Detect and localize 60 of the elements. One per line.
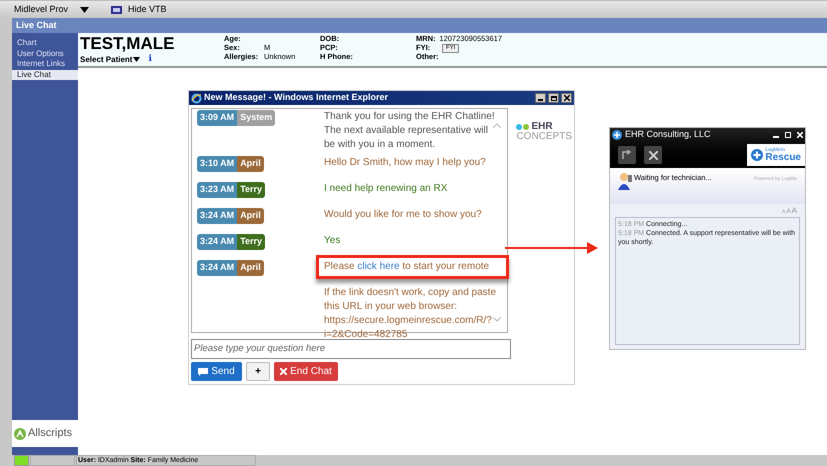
click-here-link[interactable]: click here [357, 261, 400, 272]
message-text: I need help renewing an RX [324, 182, 448, 196]
technician-icon [618, 172, 632, 190]
end-chat-button[interactable]: End Chat [274, 362, 338, 381]
patient-name: TEST,MALE [80, 35, 176, 53]
time-badge: 3:24 AM [197, 260, 238, 276]
brand-text: Rescue [765, 152, 801, 162]
window-title: New Message! - Windows Internet Explorer [204, 91, 389, 104]
status-cell [30, 455, 75, 466]
sender-badge: System [237, 110, 276, 126]
plus-circle-icon [751, 149, 764, 161]
hide-vtb-button[interactable]: Hide VTB [128, 2, 167, 16]
window-title: EHR Consulting, LLC [625, 128, 712, 142]
close-button[interactable] [561, 93, 572, 103]
time-badge: 3:10 AM [197, 156, 238, 172]
maximize-button[interactable] [548, 93, 559, 103]
status-indicator [14, 455, 29, 466]
message-text: Thank you for using the EHR Chatline! The next available representative will be with you in a moment. [324, 110, 496, 152]
logo-text: Allscripts [28, 426, 72, 442]
sidebar-item[interactable]: User Options [12, 48, 78, 59]
end-session-button[interactable] [644, 146, 662, 164]
sender-badge: Terry [237, 182, 266, 198]
sidebar-item[interactable]: Live Chat [12, 70, 78, 80]
send-button[interactable]: Send [191, 362, 242, 381]
time-badge: 3:24 AM [197, 234, 238, 250]
sender-badge: April [237, 208, 264, 224]
browser-icon [191, 92, 202, 104]
dots-icon [516, 124, 530, 130]
info-icon[interactable]: i [148, 53, 152, 66]
time-badge: 3:24 AM [197, 208, 238, 224]
share-icon [622, 150, 632, 160]
close-icon [648, 150, 658, 160]
plus-circle-icon [612, 130, 622, 140]
close-icon [280, 368, 288, 375]
sidebar-item[interactable]: Chart [12, 38, 78, 48]
caret-icon [133, 57, 140, 62]
folder-icon [111, 5, 122, 14]
select-patient-dropdown[interactable]: Select Patient [80, 54, 140, 66]
sidebar-item[interactable]: Internet Links [12, 59, 78, 70]
chat-bubble-icon [198, 368, 208, 376]
message-text: Please click here to start your remote [324, 260, 490, 274]
window-title: Live Chat [16, 18, 57, 32]
maximize-icon[interactable] [785, 132, 791, 138]
logo-text: EHR [531, 122, 553, 132]
message-text: Yes [324, 234, 342, 248]
time-badge: 3:23 AM [197, 182, 238, 198]
sender-badge: April [237, 156, 264, 172]
message-text: Would you like for me to show you? [324, 208, 483, 222]
logo-text: CONCEPTS [516, 132, 572, 142]
caret-icon [80, 6, 89, 12]
minimize-button[interactable] [535, 93, 546, 103]
provider-dropdown[interactable]: Midlevel Prov [14, 2, 74, 16]
message-text: Hello Dr Smith, how may I help you? [324, 156, 487, 170]
time-badge: 3:09 AM [197, 110, 238, 126]
add-button[interactable]: + [246, 362, 270, 381]
transfer-button[interactable] [618, 146, 636, 164]
close-icon[interactable] [797, 132, 803, 138]
sender-badge: Terry [237, 234, 266, 250]
sender-badge: April [237, 260, 264, 276]
question-field[interactable]: Please type your question here [191, 338, 511, 358]
